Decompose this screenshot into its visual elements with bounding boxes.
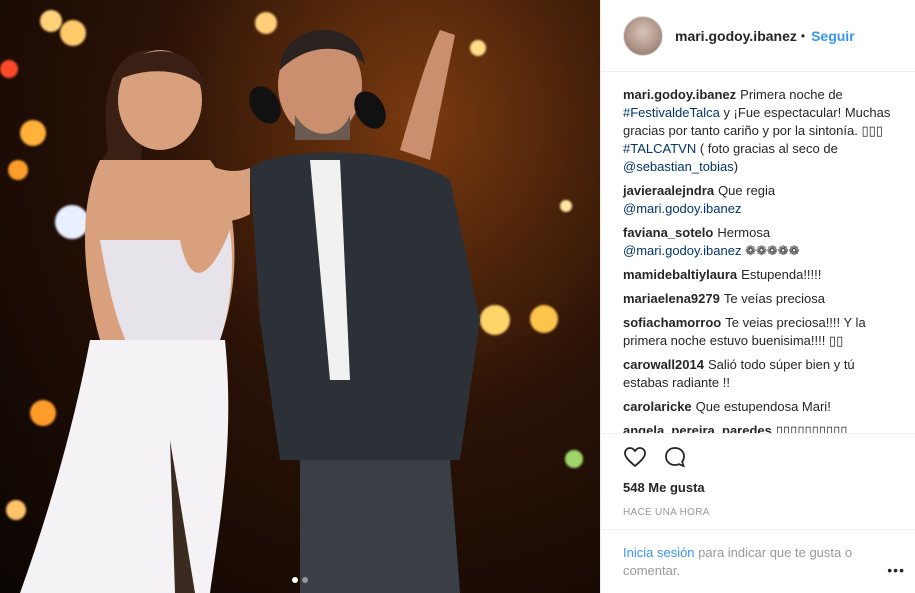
comment-text: ▯▯▯▯▯▯▯▯▯▯ xyxy=(775,423,848,433)
woman-in-white-dress xyxy=(20,50,250,593)
comment-emoji: ❁❁❁❁❁ xyxy=(741,243,800,258)
comment-username[interactable]: javieraalejndra xyxy=(623,183,714,198)
hashtag-link[interactable]: #FestivaldeTalca xyxy=(623,105,720,120)
more-options-icon[interactable]: ••• xyxy=(887,561,905,579)
list-item: angela_pereira_paredes ▯▯▯▯▯▯▯▯▯▯ xyxy=(623,422,899,433)
man-in-suit xyxy=(249,29,480,593)
comment-username[interactable]: mamidebaltiylaura xyxy=(623,267,737,282)
comment-username[interactable]: mariaelena9279 xyxy=(623,291,720,306)
heart-icon[interactable] xyxy=(623,445,647,469)
avatar[interactable] xyxy=(623,15,663,56)
instagram-post: mari.godoy.ibanez • Seguir mari.godoy.ib… xyxy=(0,0,915,593)
likes-count[interactable]: 548 Me gusta xyxy=(623,480,899,495)
bokeh-light xyxy=(560,200,572,212)
comment-bubble-icon[interactable] xyxy=(663,445,687,469)
login-prompt: Inicia sesión para indicar que te gusta … xyxy=(601,529,915,593)
bokeh-light xyxy=(530,305,558,333)
list-item: sofiachamorroo Te veias preciosa!!!! Y la… xyxy=(623,314,899,350)
list-item: mariaelena9279 Te veías preciosa xyxy=(623,290,899,308)
header-separator: • xyxy=(800,28,806,43)
post-actions: 548 Me gusta HACE UNA HORA xyxy=(601,433,915,529)
list-item: carowall2014 Salió todo súper bien y tú e… xyxy=(623,356,899,392)
hashtag-link[interactable]: #TALCATVN xyxy=(623,141,696,156)
list-item: javieraalejndra Que regia @mari.godoy.iban… xyxy=(623,182,899,218)
mention-link[interactable]: @mari.godoy.ibanez xyxy=(623,201,741,216)
comment-username[interactable]: sofiachamorroo xyxy=(623,315,721,330)
comment-text: Hermosa xyxy=(717,225,771,240)
caption: mari.godoy.ibanez Primera noche de #Festi… xyxy=(623,86,899,176)
author-username[interactable]: mari.godoy.ibanez xyxy=(675,28,797,44)
action-icons xyxy=(623,444,899,470)
caption-username[interactable]: mari.godoy.ibanez xyxy=(623,87,736,102)
bokeh-light xyxy=(565,450,583,468)
follow-button[interactable]: Seguir xyxy=(811,28,855,44)
mention-link[interactable]: @sebastian_tobias xyxy=(623,159,734,174)
post-header: mari.godoy.ibanez • Seguir xyxy=(601,0,915,72)
list-item: carolaricke Que estupendosa Mari! xyxy=(623,398,899,416)
post-photo[interactable] xyxy=(0,0,600,593)
comment-text: Que estupendosa Mari! xyxy=(695,399,831,414)
carousel-dot-active[interactable] xyxy=(292,577,298,583)
login-link[interactable]: Inicia sesión xyxy=(623,545,695,560)
mention-link[interactable]: @mari.godoy.ibanez xyxy=(623,243,741,258)
carousel-dot[interactable] xyxy=(302,577,308,583)
comment-username[interactable]: faviana_sotelo xyxy=(623,225,713,240)
comment-text: Te veías preciosa xyxy=(723,291,826,306)
comments-list[interactable]: mari.godoy.ibanez Primera noche de #Festi… xyxy=(601,72,915,433)
caption-text: Primera noche de xyxy=(740,87,843,102)
post-timestamp: HACE UNA HORA xyxy=(623,507,710,518)
comment-text: Que regia xyxy=(718,183,776,198)
caption-text: ( foto gracias al seco de xyxy=(696,141,838,156)
comment-text: Estupenda!!!!! xyxy=(741,267,822,282)
comment-username[interactable]: carolaricke xyxy=(623,399,692,414)
comment-username[interactable]: angela_pereira_paredes xyxy=(623,423,772,433)
list-item: faviana_sotelo Hermosa @mari.godoy.ibanez … xyxy=(623,224,899,260)
caption-text: ) xyxy=(733,159,739,174)
post-sidebar: mari.godoy.ibanez • Seguir mari.godoy.ib… xyxy=(600,0,915,593)
bokeh-light xyxy=(0,60,18,78)
bokeh-light xyxy=(40,10,62,32)
carousel-indicator xyxy=(0,577,600,583)
list-item: mamidebaltiylaura Estupenda!!!!! xyxy=(623,266,899,284)
comment-username[interactable]: carowall2014 xyxy=(623,357,704,372)
